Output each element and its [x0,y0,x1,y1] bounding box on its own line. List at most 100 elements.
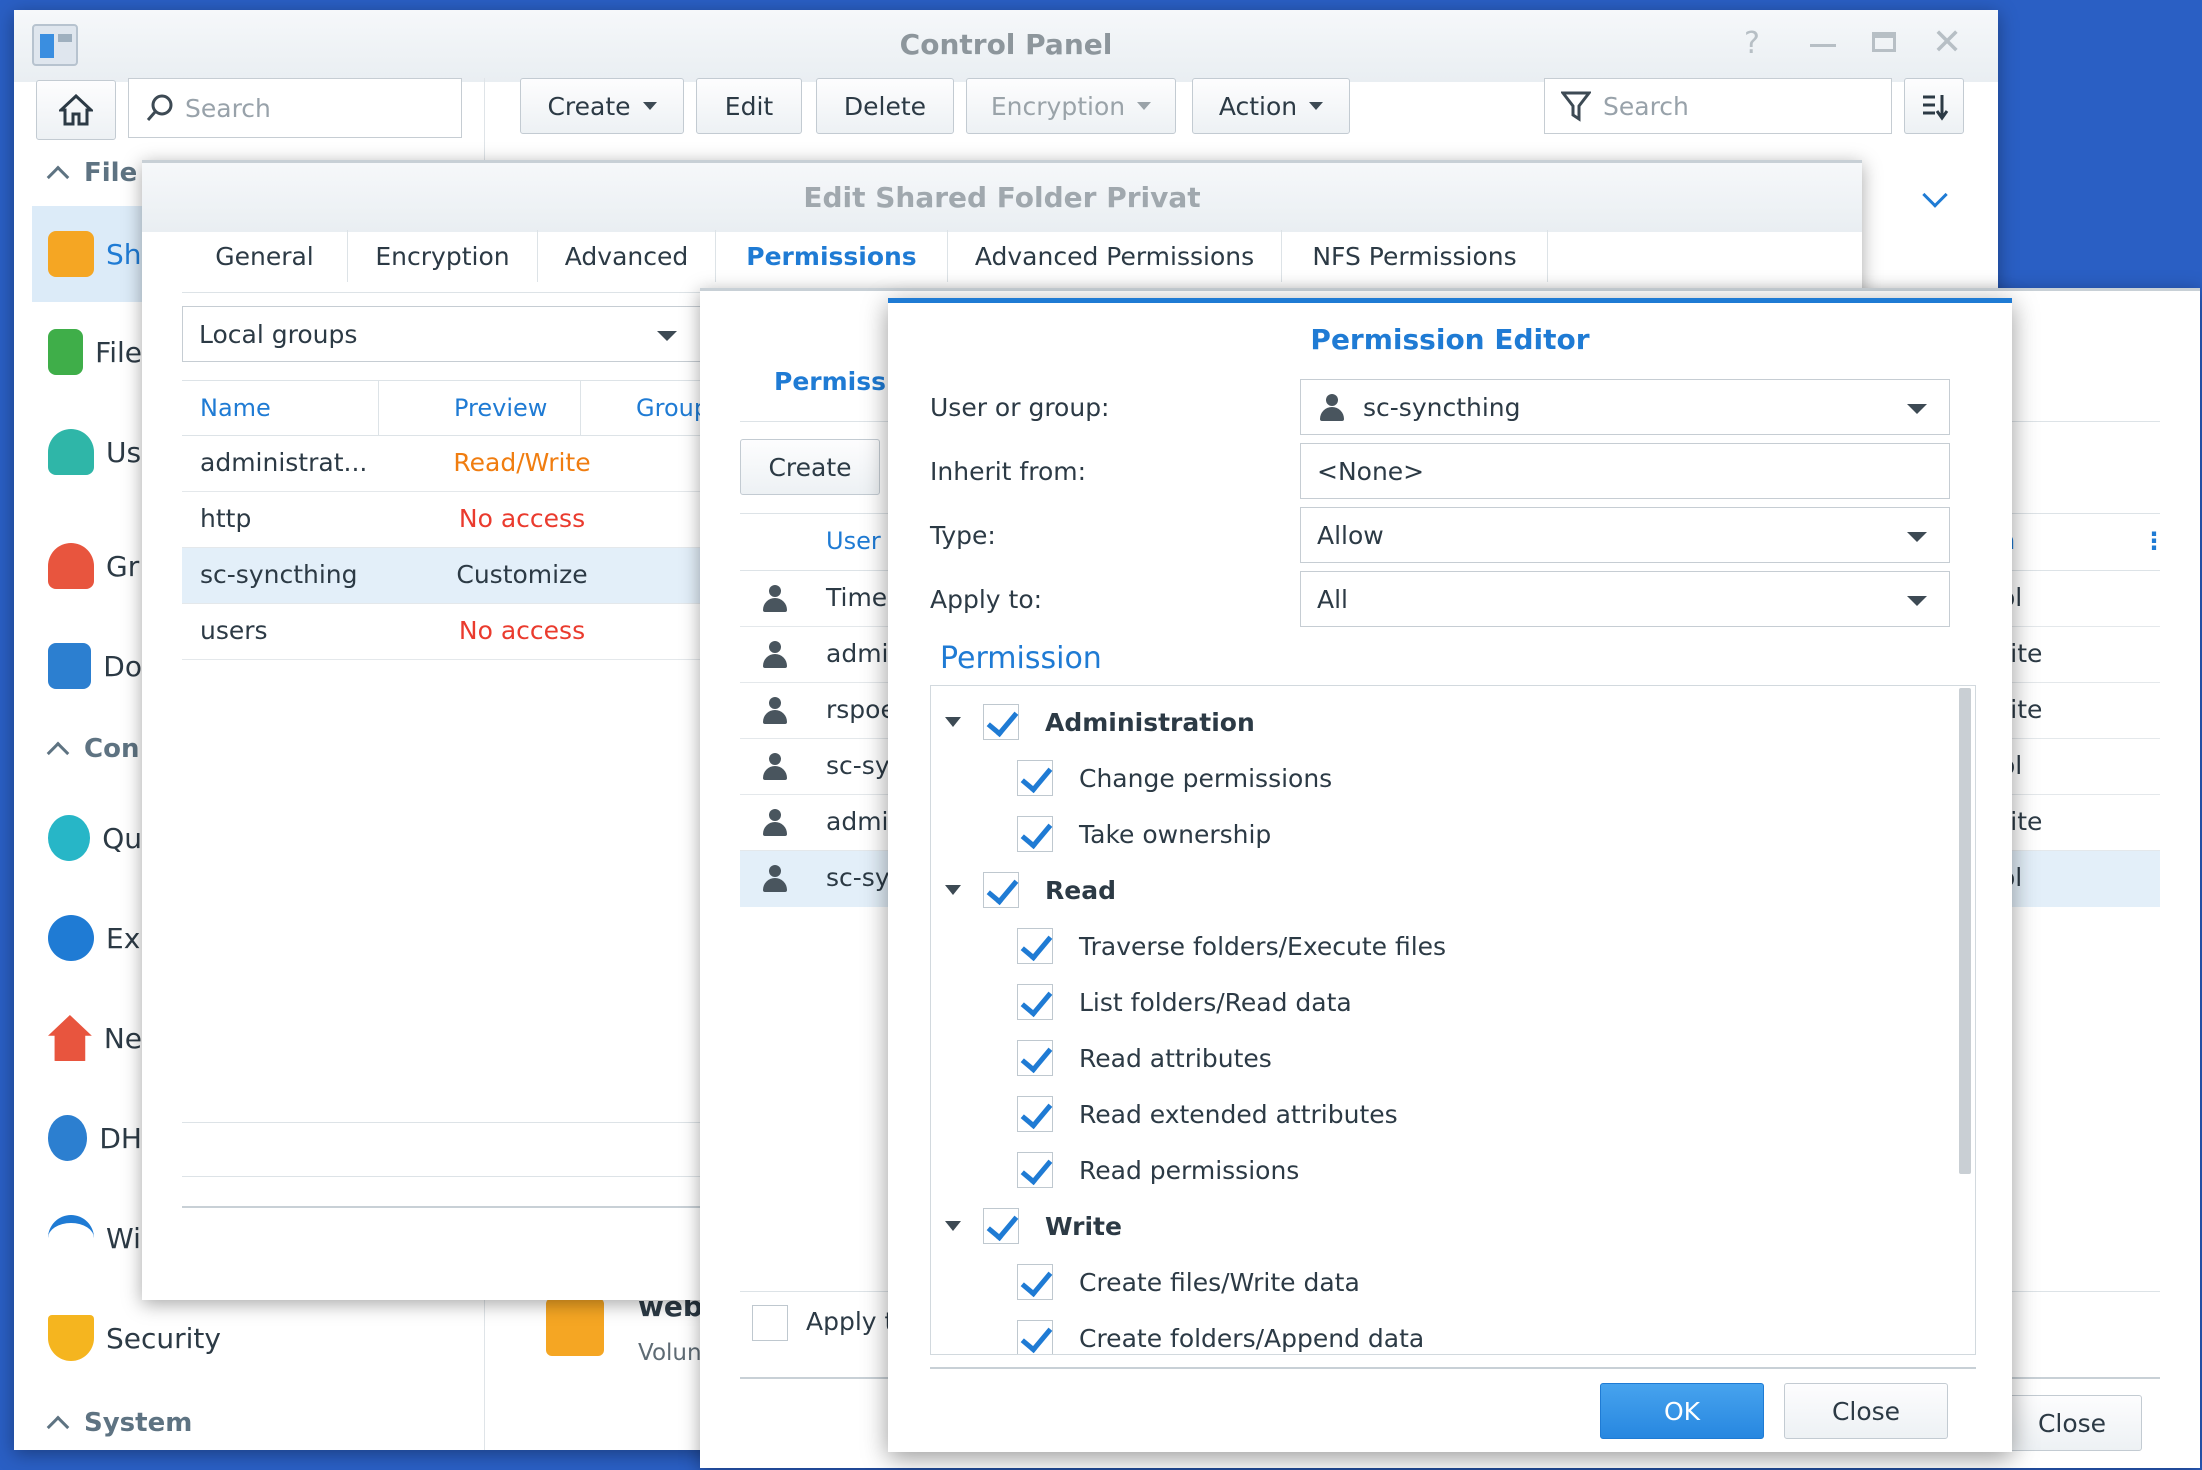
permission-item[interactable]: Take ownership [1017,816,1271,852]
sidebar-item-label: File [95,335,142,369]
group-administration[interactable]: Administration [945,704,1255,740]
close-button[interactable]: Close [1784,1383,1948,1439]
permission-item[interactable]: Change permissions [1017,760,1332,796]
delete-button[interactable]: Delete [816,78,954,134]
checkbox[interactable] [983,872,1019,908]
tab-nfs-permissions[interactable]: NFS Permissions [1282,230,1548,282]
apply-checkbox[interactable] [752,1305,788,1341]
external-access-icon [48,915,94,961]
checkbox[interactable] [1017,816,1053,852]
sidebar-item-domain[interactable]: Do [32,618,142,714]
checkbox[interactable] [1017,1264,1053,1300]
sidebar-item-network[interactable]: Ne [32,990,142,1086]
permission-item[interactable]: Traverse folders/Execute files [1017,928,1446,964]
tab-permissions[interactable]: Permissions [716,230,948,282]
permission-item[interactable]: Create folders/Append data [1017,1320,1424,1354]
maximize-icon[interactable] [1872,32,1896,52]
tab-advanced-permissions[interactable]: Advanced Permissions [948,230,1282,282]
list-item-sub: Volun [638,1340,702,1366]
apply-to-select[interactable]: All [1300,571,1950,627]
chevron-down-icon [642,102,657,110]
column-name[interactable]: Name [200,394,271,422]
permissions-dialog-tab[interactable]: Permissi [774,367,895,396]
create-button[interactable]: Create [520,78,684,134]
checkbox[interactable] [1017,1152,1053,1188]
create-permission-button[interactable]: Create [740,439,880,495]
sidebar-item-group[interactable]: Gr [32,518,142,614]
type-select[interactable]: Allow [1300,507,1950,563]
wireless-icon [48,1215,94,1261]
collapse-triangle-icon[interactable] [945,885,961,895]
sidebar-item-security[interactable]: Security [32,1290,332,1386]
checkbox[interactable] [1017,1320,1053,1354]
tab-label: General [215,241,314,271]
edit-button[interactable]: Edit [696,78,802,134]
help-icon[interactable]: ? [1744,26,1760,61]
group-type-select[interactable]: Local groups [182,306,702,362]
column-user[interactable]: User [826,527,881,555]
sort-button[interactable] [1904,78,1964,134]
chevron-down-icon [1907,596,1927,606]
control-panel-titlebar: Control Panel ? ✕ [14,10,1998,82]
sidebar-item-user[interactable]: Us [32,404,142,500]
group-read[interactable]: Read [945,872,1116,908]
user-or-group-select[interactable]: sc-syncthing [1300,379,1950,435]
item-label: Create files/Write data [1079,1267,1360,1297]
ok-button[interactable]: OK [1600,1383,1764,1439]
column-menu-icon[interactable]: ⋮ [2142,527,2166,555]
item-label: Read extended attributes [1079,1099,1398,1129]
sidebar-item-external-access[interactable]: Ex [32,890,142,986]
tab-label: Advanced [564,241,689,271]
sidebar-item-quickconnect[interactable]: Qu [32,790,142,886]
user-name: rspoe [826,695,896,724]
sidebar-item-wireless[interactable]: Wi [32,1190,142,1286]
expand-chevron-icon[interactable] [1922,182,1948,208]
edit-label: Edit [724,91,774,121]
permission-tree[interactable]: Administration Change permissions Take o… [930,685,1976,1355]
checkbox[interactable] [983,1208,1019,1244]
scrollbar[interactable] [1959,688,1971,1174]
close-icon[interactable]: ✕ [1932,22,1962,63]
row-name: http [200,504,252,533]
minimize-icon[interactable] [1810,44,1836,47]
checkbox[interactable] [1017,984,1053,1020]
permission-item[interactable]: Read permissions [1017,1152,1299,1188]
home-button[interactable] [36,80,116,140]
sidebar-section-connectivity[interactable]: Con [46,734,139,765]
item-label: Traverse folders/Execute files [1079,931,1447,961]
tab-encryption[interactable]: Encryption [348,230,538,282]
sidebar-item-file-services[interactable]: File [32,304,142,400]
permission-item[interactable]: Read attributes [1017,1040,1272,1076]
tab-advanced[interactable]: Advanced [538,230,716,282]
column-preview[interactable]: Preview [454,394,547,422]
toolbar-search-input[interactable]: Search [1544,78,1892,134]
collapse-triangle-icon[interactable] [945,1221,961,1231]
group-label: Write [1045,1211,1122,1241]
search-icon [146,94,173,121]
tab-general[interactable]: General [182,230,348,282]
column-group[interactable]: Group [636,394,709,422]
group-write[interactable]: Write [945,1208,1122,1244]
checkbox[interactable] [1017,760,1053,796]
checkbox[interactable] [983,704,1019,740]
network-icon [48,1015,92,1061]
sidebar-search-input[interactable]: Search [128,78,462,138]
checkbox[interactable] [1017,928,1053,964]
group-icon [760,807,790,837]
encryption-button[interactable]: Encryption [966,78,1176,134]
sidebar-section-file[interactable]: File [46,158,137,189]
sidebar-section-system[interactable]: System [46,1408,192,1439]
permission-item[interactable]: Create files/Write data [1017,1264,1360,1300]
permission-item[interactable]: List folders/Read data [1017,984,1352,1020]
checkbox[interactable] [1017,1040,1053,1076]
item-label: Take ownership [1079,819,1272,849]
permission-item[interactable]: Read extended attributes [1017,1096,1398,1132]
chevron-down-icon [657,331,677,341]
checkbox[interactable] [1017,1096,1053,1132]
action-label: Action [1218,91,1298,121]
sidebar-item-dhcp[interactable]: DH [32,1090,142,1186]
collapse-triangle-icon[interactable] [945,717,961,727]
tab-label: Encryption [375,241,510,271]
close-dialog-button[interactable]: Close [2002,1395,2142,1451]
action-button[interactable]: Action [1192,78,1350,134]
